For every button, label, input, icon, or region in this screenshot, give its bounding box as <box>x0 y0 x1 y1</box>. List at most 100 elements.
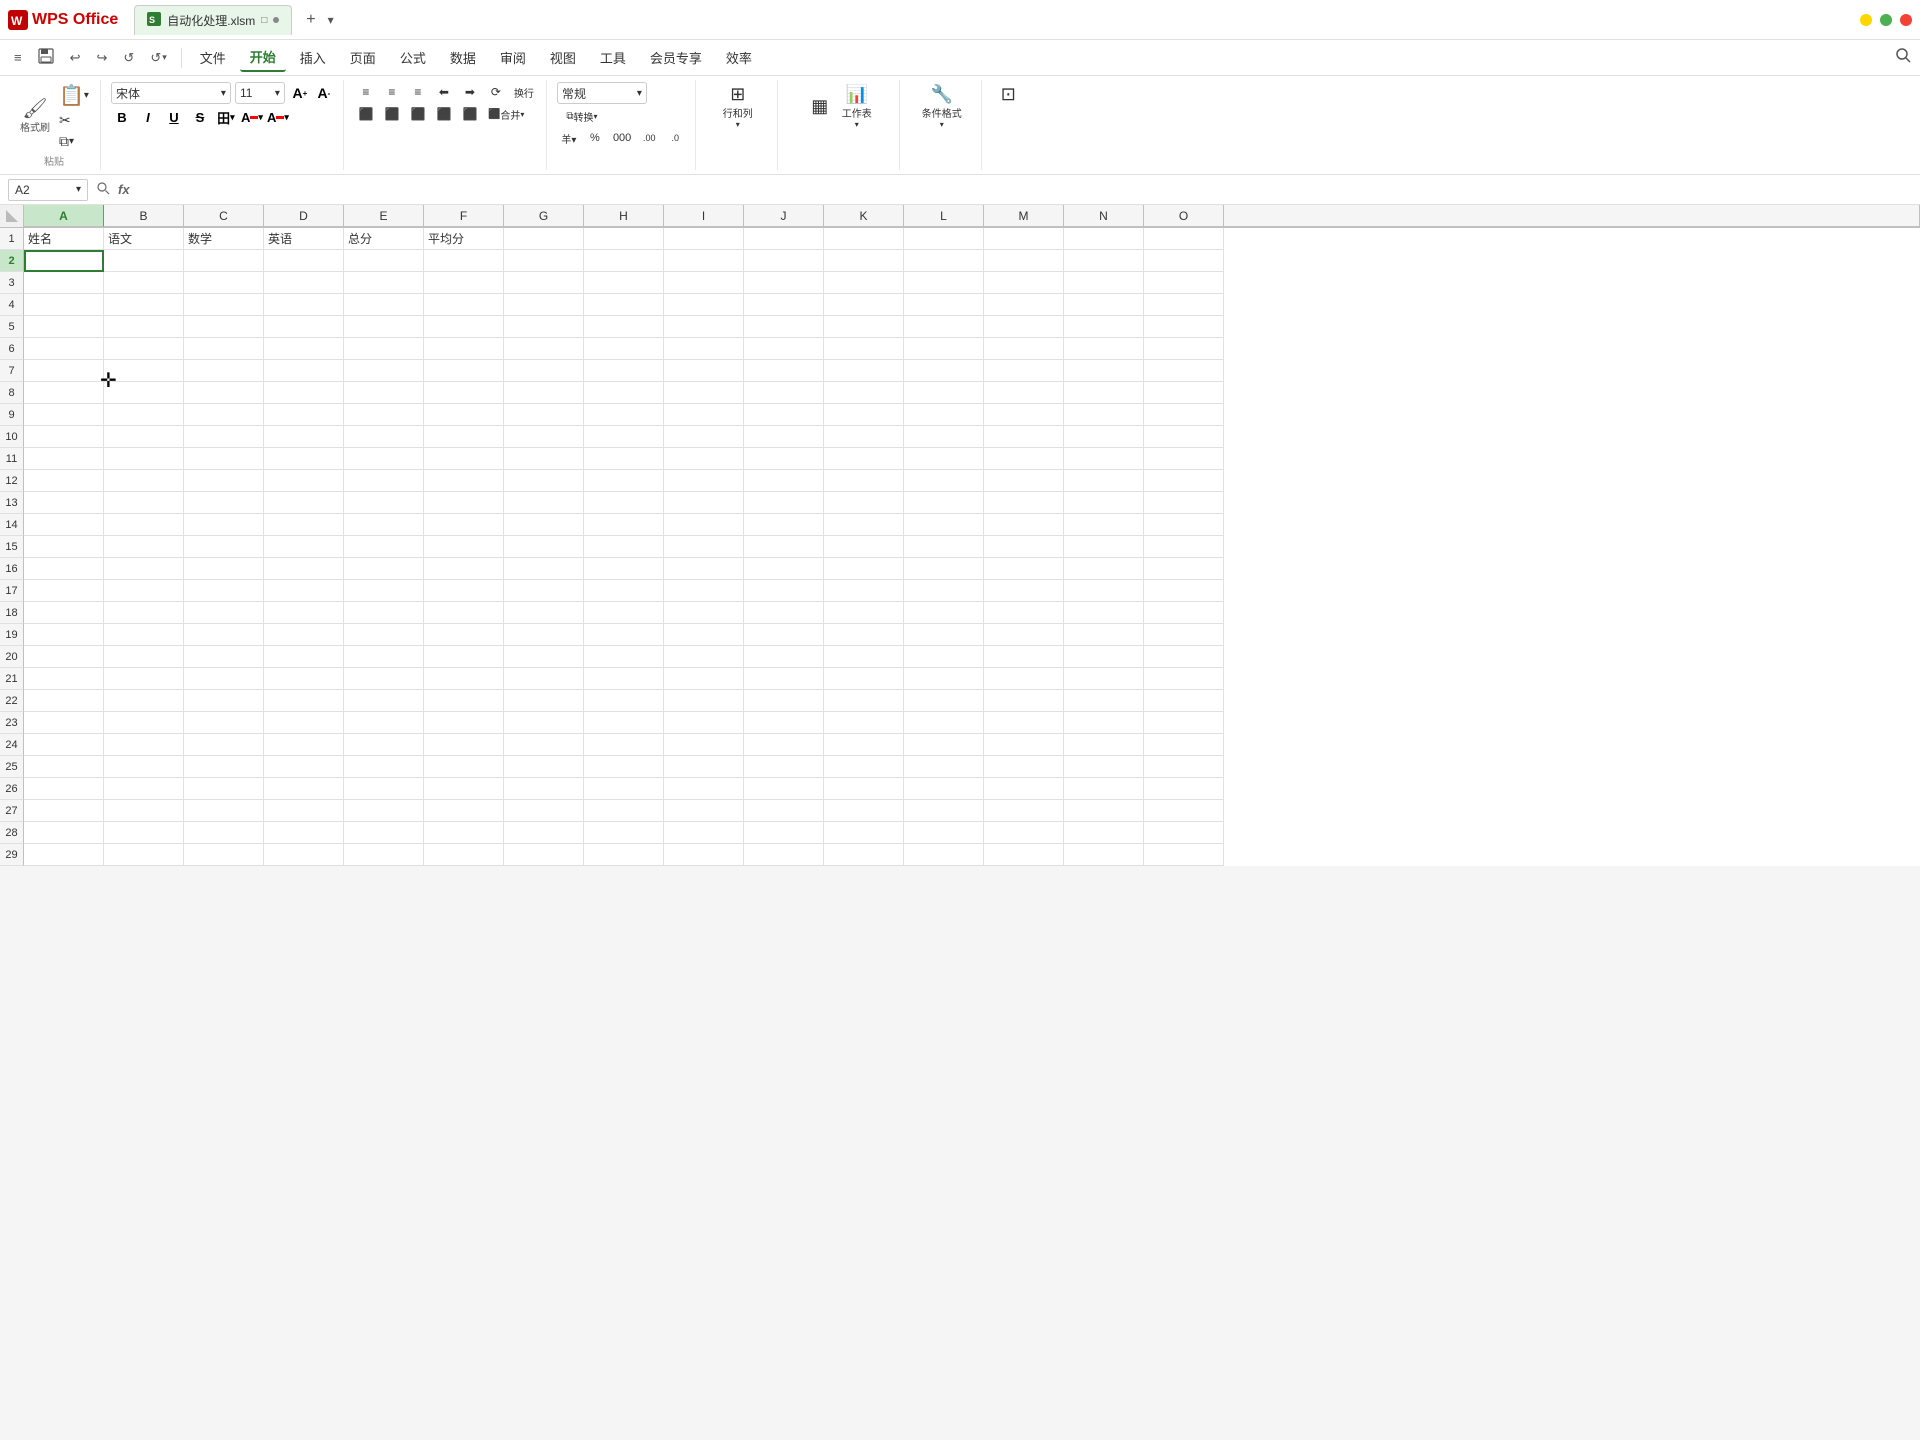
cell-G9[interactable] <box>504 404 584 426</box>
cell-G5[interactable] <box>504 316 584 338</box>
cell-G26[interactable] <box>504 778 584 800</box>
cell-C7[interactable] <box>184 360 264 382</box>
cell-B11[interactable] <box>104 448 184 470</box>
cell-N17[interactable] <box>1064 580 1144 602</box>
cell-L1[interactable] <box>904 228 984 250</box>
redo-icon[interactable]: ↪ <box>91 46 114 70</box>
align-right-button[interactable]: ⬛ <box>406 104 430 124</box>
row-header-25[interactable]: 25 <box>0 756 24 778</box>
cell-J18[interactable] <box>744 602 824 624</box>
cell-F23[interactable] <box>424 712 504 734</box>
cell-J24[interactable] <box>744 734 824 756</box>
row-header-18[interactable]: 18 <box>0 602 24 624</box>
cell-K29[interactable] <box>824 844 904 866</box>
cell-O22[interactable] <box>1144 690 1224 712</box>
cell-G7[interactable] <box>504 360 584 382</box>
cell-K26[interactable] <box>824 778 904 800</box>
cell-N16[interactable] <box>1064 558 1144 580</box>
cell-E8[interactable] <box>344 382 424 404</box>
cell-N18[interactable] <box>1064 602 1144 624</box>
cell-I22[interactable] <box>664 690 744 712</box>
cell-M13[interactable] <box>984 492 1064 514</box>
cell-E15[interactable] <box>344 536 424 558</box>
cell-B24[interactable] <box>104 734 184 756</box>
cell-M11[interactable] <box>984 448 1064 470</box>
cell-J6[interactable] <box>744 338 824 360</box>
row-header-27[interactable]: 27 <box>0 800 24 822</box>
cell-O28[interactable] <box>1144 822 1224 844</box>
cell-D26[interactable] <box>264 778 344 800</box>
cell-B5[interactable] <box>104 316 184 338</box>
cell-O3[interactable] <box>1144 272 1224 294</box>
cell-L26[interactable] <box>904 778 984 800</box>
row-header-13[interactable]: 13 <box>0 492 24 514</box>
cell-C13[interactable] <box>184 492 264 514</box>
row-header-23[interactable]: 23 <box>0 712 24 734</box>
cell-D8[interactable] <box>264 382 344 404</box>
font-increase-button[interactable]: A+ <box>289 82 311 104</box>
cell-M29[interactable] <box>984 844 1064 866</box>
cell-B29[interactable] <box>104 844 184 866</box>
cell-L10[interactable] <box>904 426 984 448</box>
cell-I17[interactable] <box>664 580 744 602</box>
align-middle-button[interactable]: ≡ <box>380 82 404 102</box>
cell-I29[interactable] <box>664 844 744 866</box>
cell-C11[interactable] <box>184 448 264 470</box>
cell-H5[interactable] <box>584 316 664 338</box>
tab-dropdown-arrow[interactable]: ▾ <box>328 13 334 27</box>
cell-F11[interactable] <box>424 448 504 470</box>
cell-A26[interactable] <box>24 778 104 800</box>
cell-F27[interactable] <box>424 800 504 822</box>
cell-E1[interactable]: 总分 <box>344 228 424 250</box>
bold-button[interactable]: B <box>111 106 133 128</box>
undo2-icon[interactable]: ↺ <box>117 46 140 70</box>
close-button[interactable] <box>1900 14 1912 26</box>
font-color-button[interactable]: A ▾ <box>267 106 289 128</box>
cell-M8[interactable] <box>984 382 1064 404</box>
cell-H23[interactable] <box>584 712 664 734</box>
menu-page[interactable]: 页面 <box>340 44 386 71</box>
cell-K10[interactable] <box>824 426 904 448</box>
cell-O29[interactable] <box>1144 844 1224 866</box>
cell-A28[interactable] <box>24 822 104 844</box>
col-header-I[interactable]: I <box>664 205 744 227</box>
cell-I27[interactable] <box>664 800 744 822</box>
cell-K28[interactable] <box>824 822 904 844</box>
cell-N6[interactable] <box>1064 338 1144 360</box>
cell-C21[interactable] <box>184 668 264 690</box>
cell-M25[interactable] <box>984 756 1064 778</box>
cell-D1[interactable]: 英语 <box>264 228 344 250</box>
menu-insert[interactable]: 插入 <box>290 44 336 71</box>
col-header-D[interactable]: D <box>264 205 344 227</box>
cell-L21[interactable] <box>904 668 984 690</box>
cell-F18[interactable] <box>424 602 504 624</box>
align-bottom-button[interactable]: ≡ <box>406 82 430 102</box>
cell-D27[interactable] <box>264 800 344 822</box>
cell-A27[interactable] <box>24 800 104 822</box>
cell-M1[interactable] <box>984 228 1064 250</box>
cell-A1[interactable]: 姓名 <box>24 228 104 250</box>
cell-A15[interactable] <box>24 536 104 558</box>
cell-I6[interactable] <box>664 338 744 360</box>
cell-K3[interactable] <box>824 272 904 294</box>
cell-I7[interactable] <box>664 360 744 382</box>
cell-E22[interactable] <box>344 690 424 712</box>
cell-J4[interactable] <box>744 294 824 316</box>
cell-K4[interactable] <box>824 294 904 316</box>
increase-decimal-button[interactable]: .00 <box>637 128 661 148</box>
cell-I15[interactable] <box>664 536 744 558</box>
cell-I28[interactable] <box>664 822 744 844</box>
col-header-N[interactable]: N <box>1064 205 1144 227</box>
cell-H15[interactable] <box>584 536 664 558</box>
cell-J28[interactable] <box>744 822 824 844</box>
cell-E16[interactable] <box>344 558 424 580</box>
insert-table-button[interactable]: ▦ <box>804 94 836 119</box>
cell-N22[interactable] <box>1064 690 1144 712</box>
cell-N27[interactable] <box>1064 800 1144 822</box>
col-header-L[interactable]: L <box>904 205 984 227</box>
cell-A6[interactable] <box>24 338 104 360</box>
fill-color-button[interactable]: A ▾ <box>241 106 263 128</box>
cell-H3[interactable] <box>584 272 664 294</box>
cell-B28[interactable] <box>104 822 184 844</box>
cell-G4[interactable] <box>504 294 584 316</box>
